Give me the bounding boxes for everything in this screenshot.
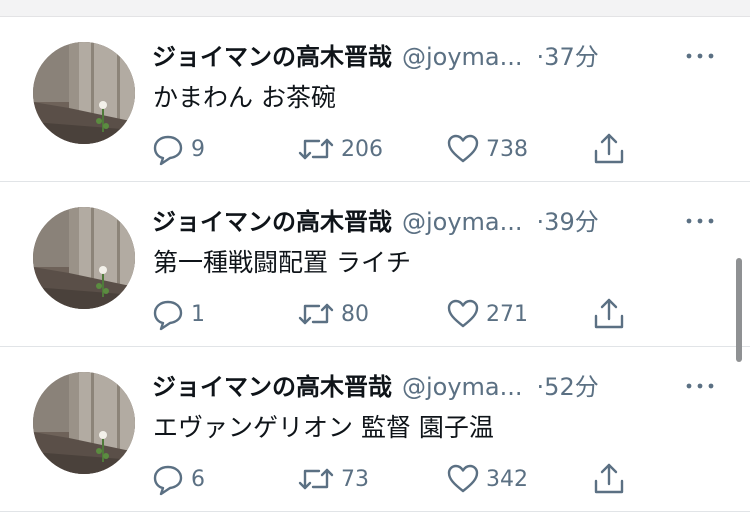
retweet-icon <box>298 138 334 160</box>
more-icon[interactable] <box>683 206 717 236</box>
tweet-header: ジョイマンの高木晋哉 @joyma... ·52分 <box>152 369 732 405</box>
tweet-item[interactable]: ジョイマンの高木晋哉 @joyma... ·52分 エヴァンゲリオン 監督 園子温 … <box>0 347 750 512</box>
retweet-button[interactable]: 80 <box>297 294 369 334</box>
timestamp[interactable]: 37分 <box>544 43 599 71</box>
share-button[interactable] <box>592 294 626 334</box>
share-icon <box>594 133 624 164</box>
like-icon <box>447 299 479 328</box>
like-icon <box>447 134 479 163</box>
retweet-count: 206 <box>341 136 383 162</box>
like-button[interactable]: 271 <box>446 294 528 334</box>
display-name[interactable]: ジョイマンの高木晋哉 <box>152 43 392 71</box>
tweet-text: かまわん お茶碗 <box>153 83 336 112</box>
more-icon[interactable] <box>683 41 717 71</box>
tweet-item[interactable]: ジョイマンの高木晋哉@joyma...·37分 かまわん お茶碗 9 206 <box>0 17 750 182</box>
user-handle[interactable]: @joyma... <box>402 43 523 71</box>
display-name[interactable]: ジョイマンの高木晋哉 <box>152 208 392 236</box>
reply-icon <box>153 135 183 166</box>
share-button[interactable] <box>592 129 626 169</box>
retweet-icon <box>298 303 334 325</box>
user-handle[interactable]: @joyma... <box>402 208 523 236</box>
reply-button[interactable]: 6 <box>151 459 205 499</box>
reply-count: 1 <box>191 301 205 327</box>
like-count: 738 <box>486 136 528 162</box>
timestamp[interactable]: 39分 <box>544 208 599 236</box>
share-button[interactable] <box>592 459 626 499</box>
like-count: 271 <box>486 301 528 327</box>
more-icon[interactable] <box>683 371 717 401</box>
display-name[interactable]: ジョイマンの高木晋哉 <box>152 373 392 401</box>
retweet-count: 73 <box>341 466 369 492</box>
reply-count: 6 <box>191 466 205 492</box>
tweet-actions: 9 206 738 <box>0 129 750 169</box>
top-strip <box>0 0 750 17</box>
reply-button[interactable]: 9 <box>151 129 205 169</box>
retweet-count: 80 <box>341 301 369 327</box>
user-handle[interactable]: @joyma... <box>402 373 523 401</box>
scrollbar[interactable] <box>736 258 742 362</box>
retweet-button[interactable]: 206 <box>297 129 383 169</box>
reply-count: 9 <box>191 136 205 162</box>
tweet-header: ジョイマンの高木晋哉 @joyma... ·39分 <box>152 204 732 240</box>
tweet-text: エヴァンゲリオン 監督 園子温 <box>153 413 494 442</box>
tweet-header: ジョイマンの高木晋哉 @joyma... ·37分 <box>152 39 732 75</box>
reply-icon <box>153 465 183 496</box>
retweet-icon <box>298 468 334 490</box>
tweet-text: 第一種戦闘配置 ライチ <box>153 248 411 277</box>
share-icon <box>594 463 624 494</box>
like-button[interactable]: 342 <box>446 459 528 499</box>
reply-button[interactable]: 1 <box>151 294 205 334</box>
like-count: 342 <box>486 466 528 492</box>
share-icon <box>594 298 624 329</box>
tweet-actions: 1 80 271 <box>0 294 750 334</box>
retweet-button[interactable]: 73 <box>297 459 369 499</box>
tweet-item[interactable]: ジョイマンの高木晋哉 @joyma... ·39分 第一種戦闘配置 ライチ 1 80 <box>0 182 750 347</box>
like-icon <box>447 464 479 493</box>
reply-icon <box>153 300 183 331</box>
timestamp[interactable]: 52分 <box>544 373 599 401</box>
like-button[interactable]: 738 <box>446 129 528 169</box>
tweet-actions: 6 73 342 <box>0 459 750 499</box>
